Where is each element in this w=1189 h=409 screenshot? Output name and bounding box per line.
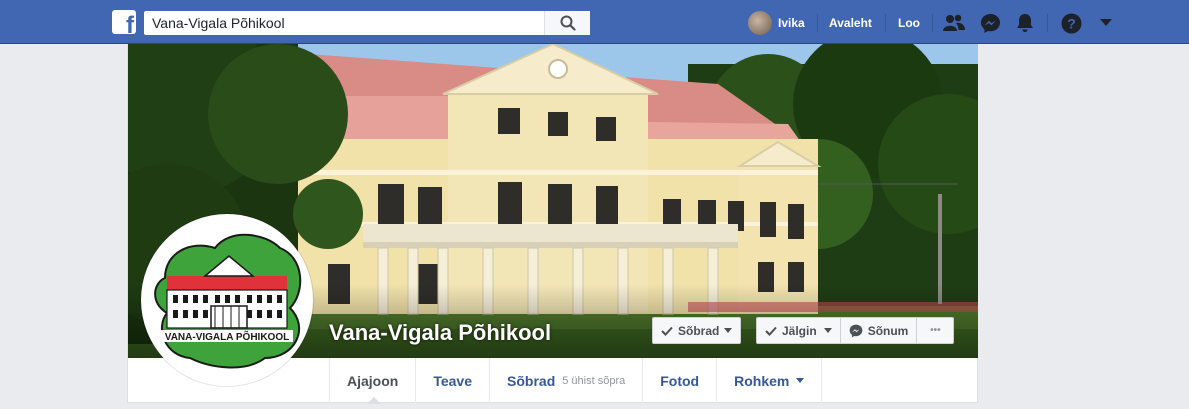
help-icon[interactable]: ? bbox=[1060, 12, 1082, 34]
tab-photos[interactable]: Fotod bbox=[643, 358, 718, 403]
tab-label: Fotod bbox=[660, 372, 700, 389]
message-button[interactable]: Sõnum bbox=[841, 318, 918, 343]
chevron-down-icon bbox=[796, 378, 805, 383]
friends-button-label: Sõbrad bbox=[678, 323, 720, 338]
check-icon bbox=[661, 326, 673, 336]
check-icon bbox=[765, 326, 777, 336]
svg-text:?: ? bbox=[1067, 15, 1076, 31]
page-header-card: Vana-Vigala Põhikool Sõbrad Jälgin Sõnum… bbox=[127, 44, 978, 404]
tab-label: Teave bbox=[433, 372, 473, 389]
notifications-bell-icon[interactable] bbox=[1014, 12, 1036, 34]
search-icon bbox=[560, 15, 576, 31]
page-title[interactable]: Vana-Vigala Põhikool bbox=[329, 320, 551, 346]
messenger-icon[interactable] bbox=[979, 12, 1001, 34]
nav-divider bbox=[885, 14, 886, 32]
logo-text: VANA-VIGALA PÕHIKOOL bbox=[165, 330, 289, 343]
messenger-icon bbox=[849, 324, 863, 337]
following-button-label: Jälgin bbox=[782, 323, 817, 338]
tab-friends[interactable]: Sõbrad 5 ühist sõpra bbox=[490, 358, 644, 403]
friends-button[interactable]: Sõbrad bbox=[652, 317, 742, 344]
chevron-down-icon bbox=[724, 328, 733, 333]
nav-divider bbox=[932, 14, 933, 32]
nav-divider bbox=[1047, 14, 1048, 32]
search-input[interactable] bbox=[144, 11, 544, 35]
search-button[interactable] bbox=[544, 11, 590, 35]
nav-divider bbox=[817, 14, 818, 32]
active-tab-indicator bbox=[367, 397, 381, 404]
page-actions-group: Jälgin Sõnum ••• bbox=[756, 317, 955, 344]
nav-profile-link[interactable]: Ivika bbox=[748, 11, 805, 35]
message-button-label: Sõnum bbox=[867, 323, 909, 338]
nav-user-name: Ivika bbox=[778, 16, 805, 30]
tab-label: Ajajoon bbox=[347, 372, 399, 389]
tab-timeline[interactable]: Ajajoon bbox=[329, 358, 417, 404]
mutual-friends-count: 5 ühist sõpra bbox=[562, 374, 626, 387]
nav-home-link[interactable]: Avaleht bbox=[829, 16, 872, 30]
account-menu-chevron-icon[interactable] bbox=[1095, 12, 1117, 34]
nav-create-link[interactable]: Loo bbox=[898, 16, 920, 30]
chevron-down-icon bbox=[823, 328, 832, 333]
more-options-button[interactable]: ••• bbox=[917, 318, 953, 343]
tab-more[interactable]: Rohkem bbox=[717, 358, 823, 403]
search-box bbox=[144, 11, 590, 35]
avatar bbox=[748, 11, 772, 35]
following-button[interactable]: Jälgin bbox=[757, 318, 841, 343]
facebook-logo-icon[interactable]: f bbox=[112, 10, 136, 34]
top-navigation-bar: f Ivika Avaleht Loo bbox=[0, 0, 1189, 44]
page-tabs: Ajajoon Teave Sõbrad 5 ühist sõpra Fotod… bbox=[329, 358, 823, 404]
friend-requests-icon[interactable] bbox=[943, 12, 965, 34]
tab-label: Rohkem bbox=[734, 372, 790, 389]
tab-label: Sõbrad bbox=[507, 372, 556, 389]
profile-picture[interactable]: VANA-VIGALA PÕHIKOOL bbox=[141, 214, 313, 386]
tab-about[interactable]: Teave bbox=[416, 358, 491, 403]
